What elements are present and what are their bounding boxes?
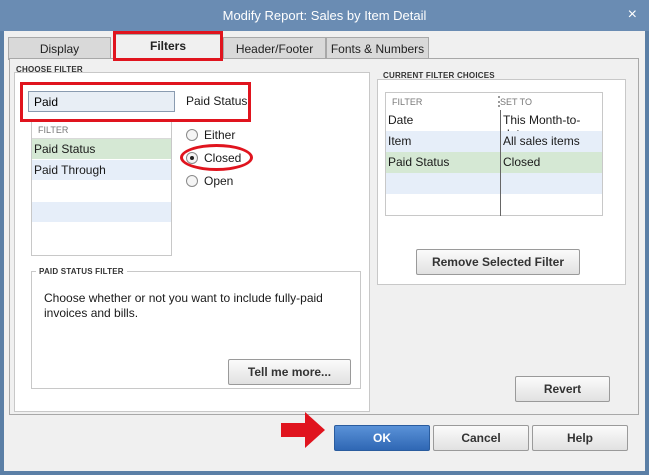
cancel-button[interactable]: Cancel [433,425,529,451]
row-set-to-cell: All sales items [503,134,580,148]
window-title: Modify Report: Sales by Item Detail [222,8,427,23]
dialog-body: Display Filters Header/Footer Fonts & Nu… [4,31,645,471]
tab-fonts-numbers-label: Fonts & Numbers [330,42,425,56]
tab-header-footer[interactable]: Header/Footer [223,37,326,60]
title-bar: Modify Report: Sales by Item Detail × [0,0,649,31]
column-divider [500,110,501,216]
table-row[interactable]: Paid Status Closed [386,152,602,173]
filter-list-header: FILTER [32,122,171,139]
radio-open[interactable]: Open [186,174,233,188]
row-set-to-cell: Closed [503,155,541,169]
tab-fonts-numbers[interactable]: Fonts & Numbers [326,37,429,60]
radio-either-label: Either [204,128,236,142]
highlight-closed-option [180,144,253,171]
tab-display-label: Display [39,42,80,56]
col-set-to-header: SET TO [500,97,533,107]
paid-status-filter-label: PAID STATUS FILTER [36,267,127,276]
revert-label: Revert [543,382,582,396]
radio-open-icon [186,175,198,187]
row-filter-cell: Item [388,134,412,148]
help-button[interactable]: Help [532,425,628,451]
list-item[interactable]: Paid Status [32,139,171,160]
radio-either[interactable]: Either [186,128,235,142]
tab-display[interactable]: Display [8,37,111,60]
list-item-empty [32,202,171,223]
filter-list: FILTER Paid Status Paid Through [31,121,172,256]
highlight-filters-tab [113,31,223,61]
tab-header-footer-label: Header/Footer [235,42,314,56]
tell-me-more-button[interactable]: Tell me more... [228,359,351,385]
ok-button[interactable]: OK [334,425,430,451]
row-filter-cell: Date [388,113,414,127]
table-row-empty [386,194,602,215]
choose-filter-label: CHOOSE FILTER [16,65,83,74]
current-filter-header: FILTER SET TO [386,93,602,110]
cancel-label: Cancel [461,431,501,445]
col-filter-header: FILTER [392,97,423,107]
help-label: Help [566,431,593,445]
revert-button[interactable]: Revert [515,376,610,402]
table-row-empty [386,173,602,194]
remove-selected-filter-label: Remove Selected Filter [431,255,565,269]
radio-either-icon [186,129,198,141]
table-row[interactable]: Date This Month-to-date [386,110,602,141]
remove-selected-filter-button[interactable]: Remove Selected Filter [416,249,580,275]
radio-open-label: Open [204,174,234,188]
tell-me-more-label: Tell me more... [247,365,332,379]
table-row[interactable]: Item All sales items [386,131,602,152]
paid-status-description: Choose whether or not you want to includ… [44,291,323,320]
ok-label: OK [373,431,391,445]
list-item-empty [32,181,171,202]
modify-report-window: Modify Report: Sales by Item Detail × Di… [0,0,649,475]
list-item-empty [32,223,171,244]
list-item[interactable]: Paid Through [32,160,171,181]
red-arrow-icon [281,412,325,448]
highlight-search-area [20,82,251,122]
close-icon[interactable]: × [628,6,637,24]
current-filter-table: FILTER SET TO Date This Month-to-date It… [385,92,603,216]
row-filter-cell: Paid Status [388,155,450,169]
